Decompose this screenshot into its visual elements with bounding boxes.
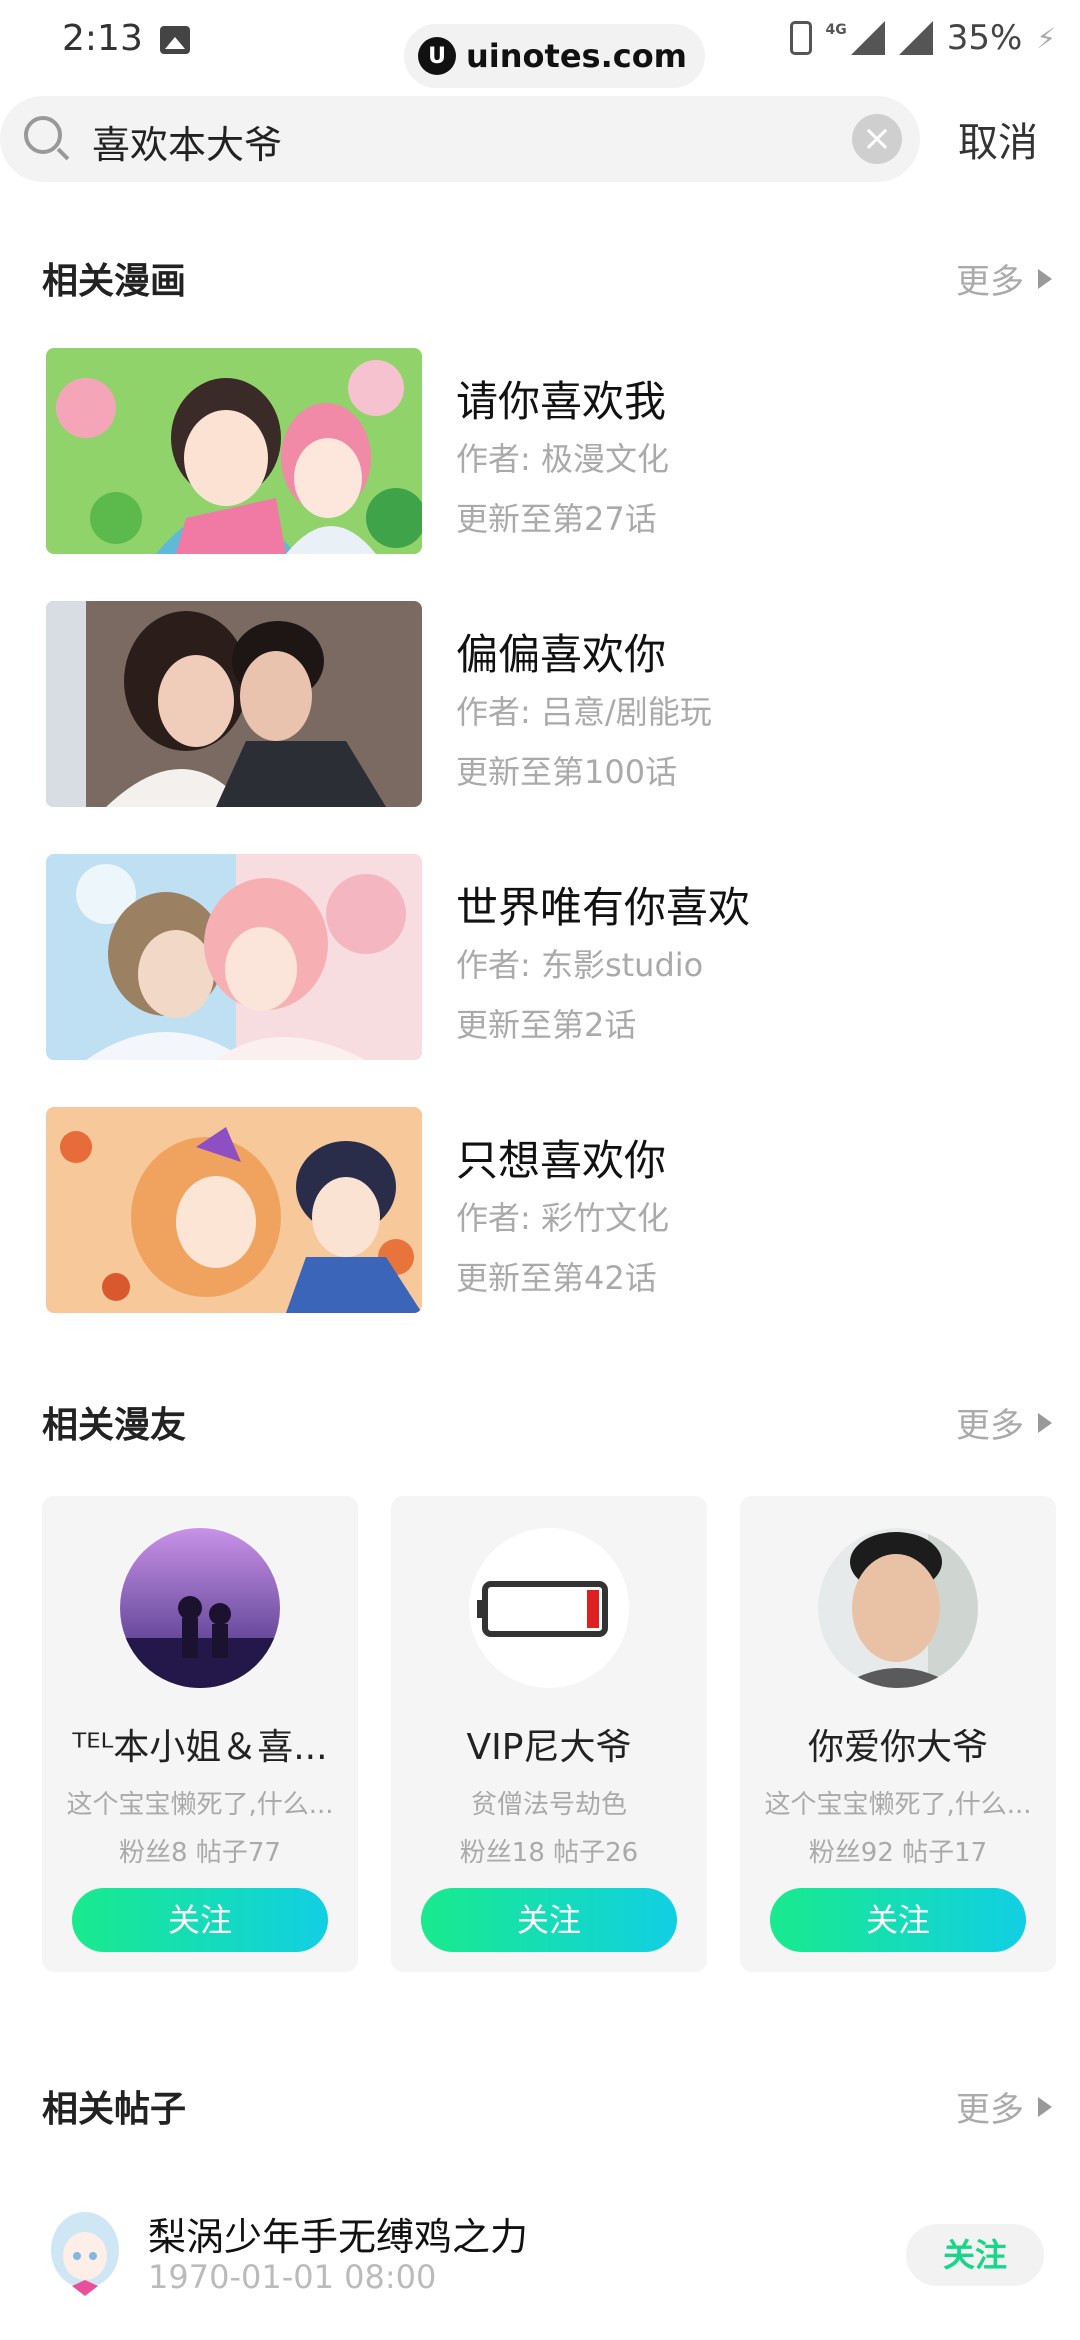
status-icons: 4G 35% ⚡ <box>789 18 1056 58</box>
follow-button[interactable]: 关注 <box>421 1888 677 1952</box>
comic-item[interactable]: 只想喜欢你 作者: 彩竹文化 更新至第42话 <box>46 1107 1026 1313</box>
user-name: 你爱你大爷 <box>807 1727 988 1768</box>
charging-icon: ⚡ <box>1036 21 1056 55</box>
network-type: 4G <box>825 22 847 38</box>
more-label: 更多 <box>956 2090 1024 2130</box>
user-stats: 粉丝92 帖子17 <box>808 1838 988 1868</box>
more-label: 更多 <box>956 1406 1024 1446</box>
user-avatar <box>818 1528 978 1688</box>
chevron-right-icon <box>1038 268 1052 289</box>
comic-cover <box>46 601 422 807</box>
comic-cover <box>46 1107 422 1313</box>
vibrate-icon <box>789 21 812 55</box>
post-date: 1970-01-01 08:00 <box>148 2258 437 2296</box>
comic-title: 只想喜欢你 <box>456 1136 667 1185</box>
post-author-name: 梨涡少年手无缚鸡之力 <box>148 2215 529 2259</box>
comic-author: 作者: 吕意/剧能玩 <box>456 693 712 731</box>
comic-item[interactable]: 偏偏喜欢你 作者: 吕意/剧能玩 更新至第100话 <box>46 601 1026 807</box>
comic-title: 世界唯有你喜欢 <box>456 883 751 932</box>
post-author-avatar[interactable] <box>48 2210 122 2300</box>
search-bar[interactable]: 喜欢本大爷 × <box>0 96 920 182</box>
more-posts-link[interactable]: 更多 <box>956 2082 1052 2131</box>
comic-author: 作者: 极漫文化 <box>456 440 669 478</box>
user-name: ᵀᴱᴸ本小姐＆喜... <box>72 1727 328 1768</box>
user-stats: 粉丝8 帖子77 <box>119 1838 281 1868</box>
chevron-right-icon <box>1038 1412 1052 1433</box>
watermark-badge: U uinotes.com <box>404 24 706 88</box>
comic-update: 更新至第100话 <box>456 753 678 791</box>
more-label: 更多 <box>956 262 1024 302</box>
user-stats: 粉丝18 帖子26 <box>459 1838 639 1868</box>
comic-update: 更新至第2话 <box>456 1006 637 1044</box>
user-bio: 这个宝宝懒死了,什么... <box>66 1790 334 1820</box>
user-card[interactable]: 你爱你大爷 这个宝宝懒死了,什么... 粉丝92 帖子17 关注 <box>740 1496 1056 1972</box>
user-avatar <box>469 1528 629 1688</box>
follow-button[interactable]: 关注 <box>770 1888 1026 1952</box>
user-bio: 这个宝宝懒死了,什么... <box>764 1790 1032 1820</box>
comic-author: 作者: 彩竹文化 <box>456 1199 669 1237</box>
comic-title: 请你喜欢我 <box>456 377 667 426</box>
comic-cover <box>46 348 422 554</box>
section-title-comics: 相关漫画 <box>42 261 187 302</box>
user-card[interactable]: ᵀᴱᴸ本小姐＆喜... 这个宝宝懒死了,什么... 粉丝8 帖子77 关注 <box>42 1496 358 1972</box>
search-input[interactable]: 喜欢本大爷 <box>92 114 282 169</box>
signal-icon-2 <box>898 21 933 55</box>
comic-item[interactable]: 请你喜欢我 作者: 极漫文化 更新至第27话 <box>46 348 1026 554</box>
user-bio: 贫僧法号劫色 <box>470 1790 627 1820</box>
status-time: 2:13 <box>62 18 143 59</box>
battery-level: 35% <box>946 18 1023 58</box>
comic-item[interactable]: 世界唯有你喜欢 作者: 东影studio 更新至第2话 <box>46 854 1026 1060</box>
follow-button[interactable]: 关注 <box>906 2224 1044 2286</box>
user-avatar <box>120 1528 280 1688</box>
more-comics-link[interactable]: 更多 <box>956 254 1052 303</box>
comic-title: 偏偏喜欢你 <box>456 630 667 679</box>
chevron-right-icon <box>1038 2096 1052 2117</box>
comic-author: 作者: 东影studio <box>456 946 704 984</box>
more-users-link[interactable]: 更多 <box>956 1398 1052 1447</box>
user-card[interactable]: VIP尼大爷 贫僧法号劫色 粉丝18 帖子26 关注 <box>391 1496 707 1972</box>
comic-cover <box>46 854 422 1060</box>
comic-update: 更新至第42话 <box>456 1259 657 1297</box>
cancel-button[interactable]: 取消 <box>958 110 1038 168</box>
image-notification-icon <box>160 26 190 54</box>
uinotes-logo-icon: U <box>418 37 456 75</box>
watermark-text: uinotes.com <box>466 37 688 75</box>
section-title-users: 相关漫友 <box>42 1405 187 1446</box>
clear-search-icon[interactable]: × <box>852 114 902 164</box>
comic-update: 更新至第27话 <box>456 500 657 538</box>
signal-icon <box>850 21 885 55</box>
section-title-posts: 相关帖子 <box>42 2089 187 2130</box>
follow-button[interactable]: 关注 <box>72 1888 328 1952</box>
user-name: VIP尼大爷 <box>466 1727 632 1768</box>
search-icon <box>24 116 62 154</box>
status-bar: 2:13 U uinotes.com 4G 35% ⚡ <box>0 0 1080 88</box>
